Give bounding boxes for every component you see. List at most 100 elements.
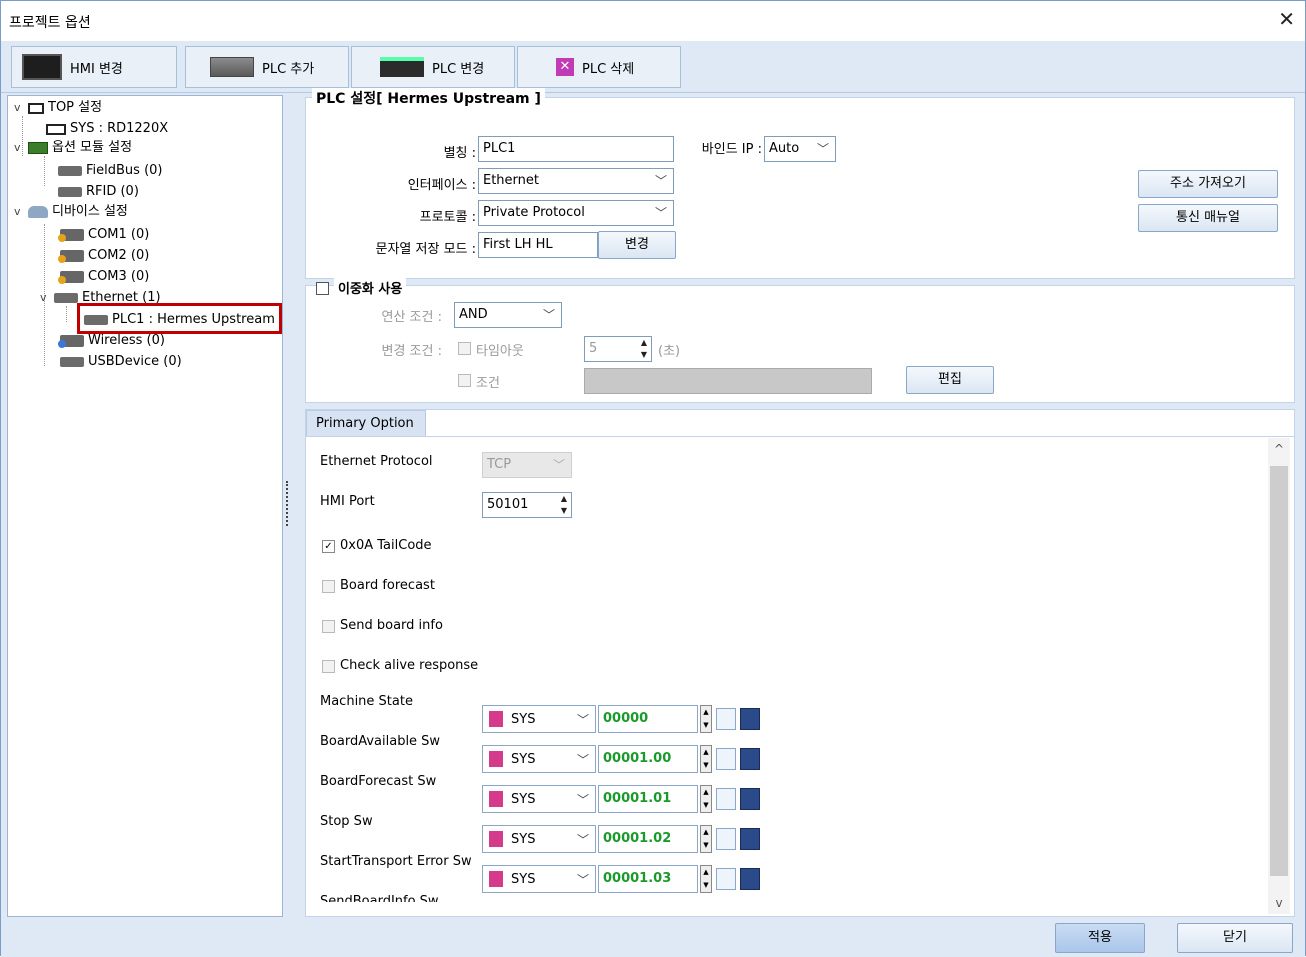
address-browse-icon[interactable]	[716, 708, 736, 730]
bind-ip-select[interactable]: Auto ﹀	[764, 136, 836, 162]
address-input[interactable]: 00001.00	[598, 745, 698, 773]
op-condition-value: AND	[459, 307, 488, 322]
device-value: SYS	[511, 871, 536, 887]
tree-node-top[interactable]: v TOP 설정	[14, 98, 102, 118]
keypad-icon[interactable]	[740, 748, 760, 770]
string-mode-change-button[interactable]: 변경	[598, 231, 676, 259]
serial-port-icon	[58, 271, 84, 284]
address-browse-icon[interactable]	[716, 868, 736, 890]
usb-icon	[60, 357, 84, 367]
check-alive-checkbox[interactable]	[322, 660, 335, 673]
timeout-input: 5 ▲ ▼	[584, 336, 652, 362]
tree-label-option-module: 옵션 모듈 설정	[52, 140, 133, 155]
eth-protocol-label: Ethernet Protocol	[320, 454, 433, 469]
spinner-icon[interactable]: ▲ ▼	[700, 785, 712, 813]
tree-node-usbdevice[interactable]: USBDevice (0)	[60, 352, 182, 372]
device-select[interactable]: SYS ﹀	[482, 745, 596, 773]
protocol-value: Private Protocol	[483, 205, 585, 220]
address-input[interactable]: 00001.01	[598, 785, 698, 813]
apply-button[interactable]: 적용	[1055, 923, 1145, 953]
address-input[interactable]: 00001.02	[598, 825, 698, 853]
plc-add-label: PLC 추가	[262, 61, 315, 77]
tree-label-com1: COM1 (0)	[88, 227, 150, 242]
plc-delete-button[interactable]: ✕ PLC 삭제	[517, 46, 681, 88]
tree-node-fieldbus[interactable]: FieldBus (0)	[58, 161, 162, 181]
redundancy-checkbox[interactable]	[316, 282, 329, 295]
address-browse-icon[interactable]	[716, 748, 736, 770]
keypad-icon[interactable]	[740, 868, 760, 890]
device-color-icon	[489, 751, 503, 767]
hmi-icon	[22, 54, 62, 80]
tree-node-rfid[interactable]: RFID (0)	[58, 182, 139, 202]
hmi-change-button[interactable]: HMI 변경	[11, 46, 177, 88]
interface-select[interactable]: Ethernet ﹀	[478, 168, 674, 194]
scroll-up-icon[interactable]: ^	[1268, 442, 1290, 456]
plc-settings-group: PLC 설정[ Hermes Upstream ] 별칭 : PLC1 바인드 …	[305, 88, 1295, 279]
address-browse-icon[interactable]	[716, 788, 736, 810]
send-board-info-checkbox[interactable]	[322, 620, 335, 633]
close-button[interactable]: 닫기	[1177, 923, 1293, 953]
tailcode-checkbox[interactable]: ✓	[322, 540, 335, 553]
chevron-down-icon: ﹀	[576, 792, 589, 807]
tailcode-label: 0x0A TailCode	[340, 538, 432, 553]
spinner-icon[interactable]: ▲ ▼	[700, 865, 712, 893]
keypad-icon[interactable]	[740, 788, 760, 810]
screen-icon	[28, 102, 44, 114]
alias-label: 별칭 :	[443, 146, 476, 161]
protocol-select[interactable]: Private Protocol ﹀	[478, 200, 674, 226]
spinner-icon[interactable]: ▲ ▼	[561, 493, 567, 517]
plc-change-button[interactable]: PLC 변경	[351, 46, 515, 88]
device-select[interactable]: SYS ﹀	[482, 825, 596, 853]
tree-node-option-module[interactable]: v 옵션 모듈 설정	[14, 138, 132, 158]
chevron-down-icon: ﹀	[576, 832, 589, 847]
address-row: SYS ﹀ 00001.03 ▲ ▼	[482, 864, 760, 894]
comm-manual-button[interactable]: 통신 매뉴얼	[1138, 204, 1278, 232]
device-color-icon	[489, 711, 503, 727]
tree-label-com3: COM3 (0)	[88, 269, 150, 284]
device-select[interactable]: SYS ﹀	[482, 785, 596, 813]
hmi-port-value: 50101	[487, 497, 529, 512]
board-forecast-checkbox[interactable]	[322, 580, 335, 593]
scroll-down-icon[interactable]: v	[1268, 896, 1290, 910]
tree-node-com1[interactable]: COM1 (0)	[58, 225, 150, 245]
send-board-info-label: Send board info	[340, 618, 443, 633]
address-row-label: Machine State	[320, 694, 413, 709]
spinner-icon[interactable]: ▲ ▼	[700, 825, 712, 853]
tree-node-com2[interactable]: COM2 (0)	[58, 246, 149, 266]
hmi-port-input[interactable]: 50101 ▲ ▼	[482, 492, 572, 518]
chevron-down-icon[interactable]: v	[40, 288, 54, 308]
scroll-thumb[interactable]	[1270, 466, 1288, 876]
spinner-icon[interactable]: ▲ ▼	[700, 745, 712, 773]
keypad-icon[interactable]	[740, 828, 760, 850]
ethernet-icon	[54, 293, 78, 303]
tree-node-sys[interactable]: SYS : RD1220X	[46, 119, 168, 139]
tree-node-device-settings[interactable]: v 디바이스 설정	[14, 202, 128, 222]
address-row-label: BoardAvailable Sw	[320, 734, 441, 749]
protocol-label: 프로토콜 :	[419, 210, 476, 225]
chevron-down-icon[interactable]: v	[14, 98, 28, 118]
chevron-down-icon[interactable]: v	[14, 202, 28, 222]
chevron-down-icon[interactable]: v	[14, 138, 28, 158]
spinner-icon[interactable]: ▲ ▼	[700, 705, 712, 733]
plc-add-button[interactable]: PLC 추가	[185, 46, 349, 88]
tree-label-sys: SYS : RD1220X	[70, 121, 169, 136]
serial-port-icon	[58, 250, 84, 263]
alias-input[interactable]: PLC1	[478, 136, 674, 162]
tree-node-wireless[interactable]: Wireless (0)	[58, 331, 165, 351]
vertical-scrollbar[interactable]: ^ v	[1268, 438, 1290, 914]
address-input[interactable]: 00001.03	[598, 865, 698, 893]
tree-node-com3[interactable]: COM3 (0)	[58, 267, 150, 287]
address-browse-icon[interactable]	[716, 828, 736, 850]
address-input[interactable]: 00000	[598, 705, 698, 733]
keypad-icon[interactable]	[740, 708, 760, 730]
chevron-down-icon: ﹀	[576, 752, 589, 767]
condition-edit-button[interactable]: 편집	[906, 366, 994, 394]
close-icon[interactable]: ✕	[1278, 9, 1295, 29]
address-rows: Machine State SYS ﹀ 00000 ▲ ▼ BoardAvailable S…	[306, 688, 1266, 902]
tab-primary-option[interactable]: Primary Option	[306, 410, 426, 436]
device-icon	[58, 187, 82, 197]
panel-splitter[interactable]	[286, 481, 288, 526]
device-select[interactable]: SYS ﹀	[482, 865, 596, 893]
fetch-address-button[interactable]: 주소 가져오기	[1138, 170, 1278, 198]
device-select[interactable]: SYS ﹀	[482, 705, 596, 733]
